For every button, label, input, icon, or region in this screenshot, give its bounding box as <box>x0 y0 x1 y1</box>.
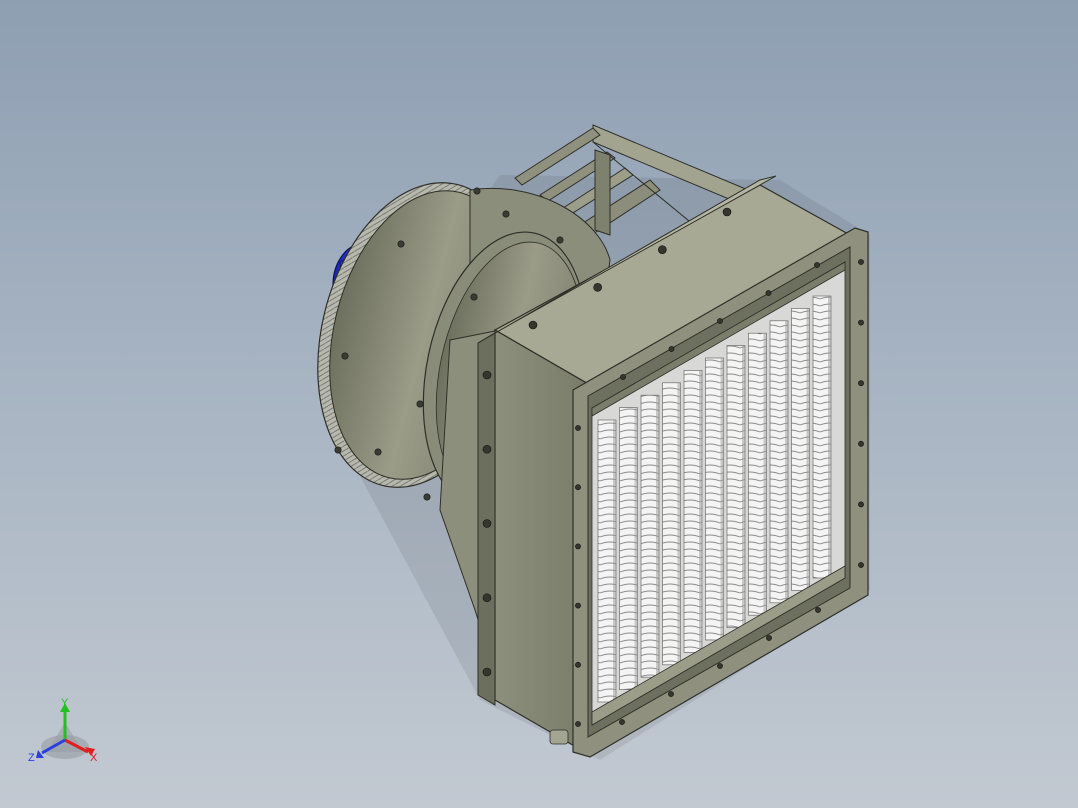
bolt <box>575 602 581 609</box>
finned-tube-shade <box>720 358 724 640</box>
bolt <box>620 374 626 380</box>
finned-tube-shade <box>742 345 745 628</box>
bolt <box>482 370 492 380</box>
finned-tube-shade <box>613 420 616 702</box>
fan-coil-unit-model[interactable] <box>0 0 1078 808</box>
bolt <box>765 290 772 296</box>
bolt <box>528 320 538 330</box>
finned-tube-shade <box>806 308 810 591</box>
bolt <box>858 440 864 447</box>
finned-tube-shade <box>828 296 831 578</box>
bolt <box>575 425 581 431</box>
finned-tube-shade <box>763 333 767 616</box>
orientation-triad[interactable]: Y X Z <box>22 690 112 780</box>
bolt <box>575 721 581 727</box>
bolt <box>482 519 492 528</box>
bolt <box>658 245 667 254</box>
finned-tube-shade <box>634 407 638 690</box>
finned-tube-shade <box>677 382 681 665</box>
x-axis-label: X <box>90 752 98 764</box>
finned-tube-shade <box>785 320 788 603</box>
bolt <box>668 691 674 697</box>
bolt <box>814 262 820 268</box>
finned-tube-shade <box>699 370 702 653</box>
bolt <box>717 318 723 324</box>
cad-3d-viewport[interactable]: Y X Z <box>0 0 1078 808</box>
bolt <box>668 346 675 352</box>
bolt <box>858 319 864 326</box>
bolt <box>575 543 581 550</box>
bolt <box>593 283 602 292</box>
bolt <box>482 444 492 454</box>
finned-tube-shade <box>656 395 659 678</box>
bolt <box>858 380 864 387</box>
bolt <box>482 593 492 603</box>
drain-stub <box>549 729 569 745</box>
bolt <box>815 607 821 613</box>
bolt <box>575 661 581 668</box>
bolt <box>858 562 864 568</box>
bolt <box>858 259 864 265</box>
bolt <box>575 484 581 491</box>
bolt <box>766 635 772 641</box>
bolt <box>482 667 492 677</box>
y-axis-label: Y <box>61 697 69 709</box>
bolt <box>722 207 732 217</box>
z-axis-label: Z <box>28 752 35 764</box>
bolt <box>619 719 625 725</box>
bolt <box>858 501 864 508</box>
bolt <box>717 663 723 669</box>
